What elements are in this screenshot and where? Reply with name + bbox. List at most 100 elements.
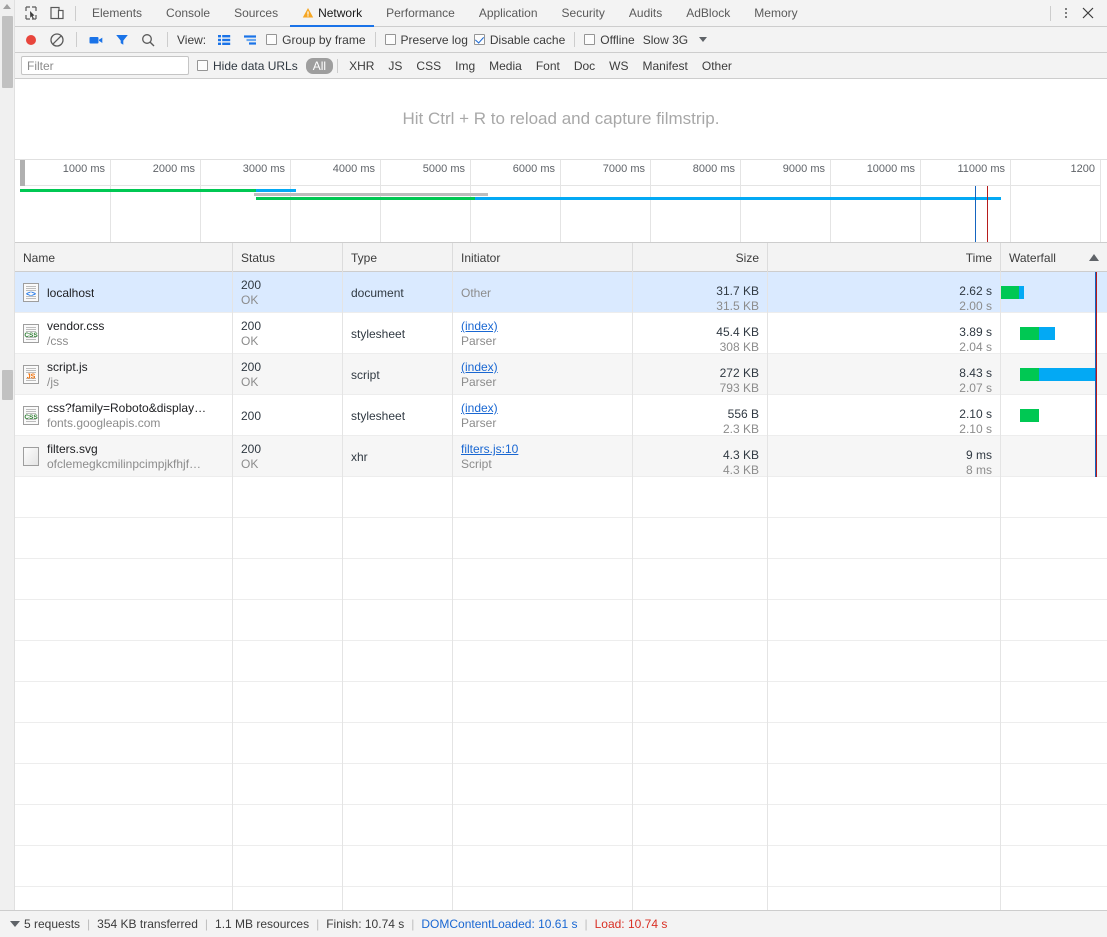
- initiator-link[interactable]: (index): [461, 360, 498, 374]
- cell-waterfall[interactable]: [1001, 313, 1107, 354]
- status-transferred: 354 KB transferred: [97, 917, 198, 931]
- cell-waterfall[interactable]: [1001, 436, 1107, 477]
- cell-initiator[interactable]: (index)Parser: [453, 313, 633, 354]
- tab-application[interactable]: Application: [467, 0, 550, 27]
- preserve-log-checkbox[interactable]: [385, 34, 396, 45]
- tab-memory[interactable]: Memory: [742, 0, 809, 27]
- scrollbar-thumb[interactable]: [2, 16, 13, 88]
- group-by-frame-checkbox[interactable]: [266, 34, 277, 45]
- tab-network[interactable]: Network: [290, 0, 374, 27]
- filter-type-css[interactable]: CSS: [409, 58, 448, 74]
- cell-name[interactable]: filters.svgofclemegkcmilinpcimpjkfhjfg…: [15, 436, 233, 477]
- inspect-element-icon[interactable]: [23, 5, 39, 21]
- overview-left-handle[interactable]: [20, 160, 25, 186]
- table-row[interactable]: JSscript.js/js200OKscript(index)Parser27…: [15, 354, 1107, 395]
- column-header-initiator[interactable]: Initiator: [453, 243, 633, 272]
- column-header-waterfall[interactable]: Waterfall: [1001, 243, 1107, 272]
- clear-icon[interactable]: [47, 30, 67, 50]
- cell-waterfall[interactable]: [1001, 272, 1107, 313]
- scrollbar-thumb-secondary[interactable]: [2, 370, 13, 400]
- waterfall-view-icon[interactable]: [240, 30, 260, 50]
- table-empty-cell: [233, 846, 343, 887]
- hide-data-urls-checkbox[interactable]: [197, 60, 208, 71]
- filter-type-js[interactable]: JS: [381, 58, 409, 74]
- close-icon[interactable]: [1077, 3, 1099, 23]
- column-header-name[interactable]: Name: [15, 243, 233, 272]
- record-button-icon[interactable]: [21, 30, 41, 50]
- chevron-down-icon[interactable]: [699, 37, 707, 42]
- initiator-link[interactable]: (index): [461, 401, 498, 415]
- tab-security[interactable]: Security: [550, 0, 617, 27]
- total-time: 8.43 s: [959, 366, 992, 380]
- resource-size: 308 KB: [720, 340, 759, 354]
- scroll-up-arrow-icon[interactable]: [3, 4, 11, 9]
- list-view-icon[interactable]: [214, 30, 234, 50]
- cell-name[interactable]: CSSvendor.css/css: [15, 313, 233, 354]
- filter-type-doc[interactable]: Doc: [567, 58, 602, 74]
- filter-type-other[interactable]: Other: [695, 58, 739, 74]
- filter-input[interactable]: Filter: [21, 56, 189, 75]
- collapse-caret-icon[interactable]: [6, 914, 24, 934]
- initiator-link[interactable]: (index): [461, 319, 498, 333]
- network-overview[interactable]: 1000 ms2000 ms3000 ms4000 ms5000 ms6000 …: [15, 160, 1107, 243]
- status-load: Load: 10.74 s: [595, 917, 668, 931]
- column-header-status[interactable]: Status: [233, 243, 343, 272]
- column-header-size[interactable]: Size: [633, 243, 768, 272]
- camera-icon[interactable]: [86, 30, 106, 50]
- table-empty-cell: [453, 559, 633, 600]
- cell-initiator[interactable]: (index)Parser: [453, 395, 633, 436]
- device-toolbar-icon[interactable]: [49, 5, 65, 21]
- cell-name[interactable]: JSscript.js/js: [15, 354, 233, 395]
- throttling-select[interactable]: Slow 3G: [643, 33, 714, 47]
- cell-initiator[interactable]: (index)Parser: [453, 354, 633, 395]
- initiator-link[interactable]: filters.js:10: [461, 442, 518, 456]
- column-header-type[interactable]: Type: [343, 243, 453, 272]
- status-code: 200: [241, 360, 261, 374]
- cell-waterfall[interactable]: [1001, 395, 1107, 436]
- filter-type-manifest[interactable]: Manifest: [636, 58, 695, 74]
- table-row[interactable]: CSScss?family=Roboto&display=s…fonts.goo…: [15, 395, 1107, 436]
- table-empty-cell: [233, 518, 343, 559]
- column-header-time[interactable]: Time: [768, 243, 1001, 272]
- tab-console[interactable]: Console: [154, 0, 222, 27]
- cell-waterfall[interactable]: [1001, 354, 1107, 395]
- cell-initiator[interactable]: filters.js:10Script: [453, 436, 633, 477]
- table-row[interactable]: <>localhost200OKdocumentOther31.7 KB31.5…: [15, 272, 1107, 313]
- tab-audits[interactable]: Audits: [617, 0, 674, 27]
- latency-time: 8 ms: [966, 463, 992, 477]
- cell-name[interactable]: CSScss?family=Roboto&display=s…fonts.goo…: [15, 395, 233, 436]
- preserve-log-control[interactable]: Preserve log: [385, 33, 468, 47]
- status-text: OK: [241, 457, 258, 471]
- cell-initiator[interactable]: Other: [453, 272, 633, 313]
- filmstrip-panel: Hit Ctrl + R to reload and capture films…: [15, 79, 1107, 160]
- tab-elements[interactable]: Elements: [80, 0, 154, 27]
- filter-type-all[interactable]: All: [306, 58, 333, 74]
- offline-control[interactable]: Offline: [584, 33, 634, 47]
- disable-cache-control[interactable]: Disable cache: [474, 33, 565, 47]
- disable-cache-checkbox[interactable]: [474, 34, 485, 45]
- tab-bar-actions: [1046, 3, 1107, 23]
- group-by-frame-control[interactable]: Group by frame: [266, 33, 365, 47]
- hide-data-urls-control[interactable]: Hide data URLs: [197, 59, 298, 73]
- svg-text:JS: JS: [27, 374, 36, 381]
- offline-checkbox[interactable]: [584, 34, 595, 45]
- filter-funnel-icon[interactable]: [112, 30, 132, 50]
- overview-canvas[interactable]: 1000 ms2000 ms3000 ms4000 ms5000 ms6000 …: [20, 160, 1100, 242]
- filter-type-img[interactable]: Img: [448, 58, 482, 74]
- left-scrollbar[interactable]: [0, 0, 15, 910]
- filter-type-xhr[interactable]: XHR: [342, 58, 381, 74]
- filter-type-ws[interactable]: WS: [602, 58, 635, 74]
- table-row[interactable]: filters.svgofclemegkcmilinpcimpjkfhjfg…2…: [15, 436, 1107, 477]
- overview-gridline: [560, 160, 561, 242]
- status-text: OK: [241, 293, 258, 307]
- tab-performance[interactable]: Performance: [374, 0, 467, 27]
- cell-name[interactable]: <>localhost: [15, 272, 233, 313]
- tab-sources[interactable]: Sources: [222, 0, 290, 27]
- more-options-icon[interactable]: [1057, 3, 1075, 23]
- filter-type-font[interactable]: Font: [529, 58, 567, 74]
- cell-status: 200OK: [233, 436, 343, 477]
- filter-type-media[interactable]: Media: [482, 58, 529, 74]
- table-row[interactable]: CSSvendor.css/css200OKstylesheet(index)P…: [15, 313, 1107, 354]
- search-icon[interactable]: [138, 30, 158, 50]
- tab-adblock[interactable]: AdBlock: [674, 0, 742, 27]
